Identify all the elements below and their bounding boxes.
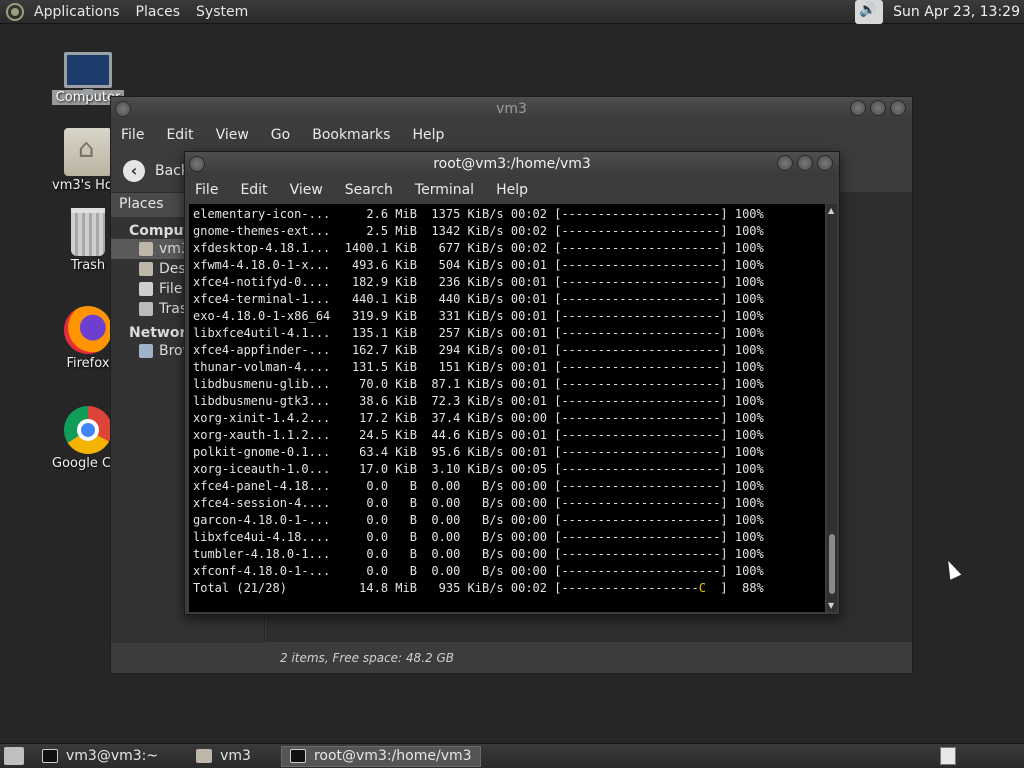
menu-view[interactable]: View: [290, 182, 323, 198]
computer-icon: [64, 52, 112, 95]
status-bar: 2 items, Free space: 48.2 GB: [266, 641, 912, 673]
terminal-line: xfwm4-4.18.0-1-x... 493.6 KiB 504 KiB/s …: [193, 258, 764, 272]
terminal-window: root@vm3:/home/vm3 File Edit View Search…: [184, 151, 840, 615]
show-desktop-icon[interactable]: [4, 747, 24, 765]
chrome-icon: [64, 406, 112, 454]
scroll-down-icon[interactable]: ▼: [828, 601, 834, 610]
scrollbar-thumb[interactable]: [829, 534, 835, 594]
menu-search[interactable]: Search: [345, 182, 393, 198]
top-panel: Applications Places System Sun Apr 23, 1…: [0, 0, 1024, 24]
maximize-button[interactable]: [797, 155, 813, 171]
file-manager-title: vm3: [496, 101, 527, 117]
home-folder-icon: [196, 749, 213, 763]
menu-terminal[interactable]: Terminal: [415, 182, 474, 198]
menu-applications[interactable]: Applications: [34, 4, 120, 20]
firefox-icon: [64, 306, 112, 354]
bottom-panel: vm3@vm3:~ vm3 root@vm3:/home/vm3: [0, 743, 1024, 768]
distro-logo-icon[interactable]: [6, 2, 24, 21]
menu-help[interactable]: Help: [412, 127, 444, 143]
terminal-line: thunar-volman-4.... 131.5 KiB 151 KiB/s …: [193, 360, 764, 374]
desktop-icon: [139, 262, 153, 276]
close-button[interactable]: [890, 100, 906, 116]
terminal-menubar: File Edit View Search Terminal Help: [185, 176, 839, 204]
clock[interactable]: Sun Apr 23, 13:29: [887, 4, 1024, 20]
terminal-line: xfce4-appfinder-... 162.7 KiB 294 KiB/s …: [193, 343, 764, 357]
terminal-line: xfconf-4.18.0-1-... 0.0 B 0.00 B/s 00:00…: [193, 564, 764, 578]
panel-tray: Sun Apr 23, 13:29: [855, 0, 1024, 24]
terminal-line: xfdesktop-4.18.1... 1400.1 KiB 677 KiB/s…: [193, 241, 764, 255]
menu-view[interactable]: View: [216, 127, 249, 143]
terminal-line: xorg-iceauth-1.0... 17.0 KiB 3.10 KiB/s …: [193, 462, 764, 476]
terminal-line: elementary-icon-... 2.6 MiB 1375 KiB/s 0…: [193, 207, 764, 221]
terminal-icon: [42, 749, 58, 763]
taskbar-item-label: vm3: [220, 748, 251, 764]
terminal-titlebar[interactable]: root@vm3:/home/vm3: [185, 152, 839, 176]
menu-system[interactable]: System: [196, 4, 248, 20]
back-arrow-icon[interactable]: ‹: [123, 159, 145, 182]
minimize-button[interactable]: [850, 100, 866, 116]
scroll-up-icon[interactable]: ▲: [828, 206, 834, 215]
maximize-button[interactable]: [870, 100, 886, 116]
menu-file[interactable]: File: [195, 182, 218, 198]
terminal-line: libxfce4util-4.1... 135.1 KiB 257 KiB/s …: [193, 326, 764, 340]
terminal-line: garcon-4.18.0-1-... 0.0 B 0.00 B/s 00:00…: [193, 513, 764, 527]
terminal-output[interactable]: elementary-icon-... 2.6 MiB 1375 KiB/s 0…: [189, 204, 825, 612]
terminal-line: exo-4.18.0-1-x86_64 319.9 KiB 331 KiB/s …: [193, 309, 764, 323]
menu-edit[interactable]: Edit: [240, 182, 267, 198]
terminal-line: Total (21/28) 14.8 MiB 935 KiB/s 00:02 […: [193, 581, 764, 595]
terminal-line: xfce4-session-4.... 0.0 B 0.00 B/s 00:00…: [193, 496, 764, 510]
file-manager-menubar: File Edit View Go Bookmarks Help: [111, 121, 912, 149]
terminal-line: xorg-xauth-1.1.2... 24.5 KiB 44.6 KiB/s …: [193, 428, 764, 442]
terminal-line: polkit-gnome-0.1... 63.4 KiB 95.6 KiB/s …: [193, 445, 764, 459]
taskbar-item-file-manager[interactable]: vm3: [188, 746, 259, 767]
window-menu-button[interactable]: [115, 101, 131, 117]
taskbar-item-label: vm3@vm3:~: [66, 748, 159, 764]
file-manager-titlebar[interactable]: vm3: [111, 97, 912, 121]
minimize-button[interactable]: [777, 155, 793, 171]
mouse-pointer-icon: [942, 558, 962, 580]
terminal-line: gnome-themes-ext... 2.5 MiB 1342 KiB/s 0…: [193, 224, 764, 238]
menu-help[interactable]: Help: [496, 182, 528, 198]
menu-file[interactable]: File: [121, 127, 144, 143]
terminal-line: xfce4-notifyd-0.... 182.9 KiB 236 KiB/s …: [193, 275, 764, 289]
network-icon: [139, 344, 153, 358]
volume-icon[interactable]: [855, 0, 884, 24]
terminal-line: tumbler-4.18.0-1... 0.0 B 0.00 B/s 00:00…: [193, 547, 764, 561]
drive-icon: [139, 282, 153, 296]
close-button[interactable]: [817, 155, 833, 171]
terminal-line: libdbusmenu-glib... 70.0 KiB 87.1 KiB/s …: [193, 377, 764, 391]
terminal-line: xorg-xinit-1.4.2... 17.2 KiB 37.4 KiB/s …: [193, 411, 764, 425]
terminal-line: xfce4-panel-4.18... 0.0 B 0.00 B/s 00:00…: [193, 479, 764, 493]
terminal-line: libxfce4ui-4.18.... 0.0 B 0.00 B/s 00:00…: [193, 530, 764, 544]
trash-icon: [71, 208, 105, 256]
home-folder-icon: [64, 128, 112, 176]
terminal-icon: [289, 749, 306, 763]
taskbar-item-terminal-vm3[interactable]: vm3@vm3:~: [34, 746, 166, 767]
terminal-scrollbar[interactable]: ▲ ▼: [827, 204, 837, 612]
workspace-switcher-icon[interactable]: [940, 747, 956, 765]
menu-go[interactable]: Go: [271, 127, 290, 143]
taskbar-item-terminal-root[interactable]: root@vm3:/home/vm3: [280, 745, 481, 767]
menu-bookmarks[interactable]: Bookmarks: [312, 127, 390, 143]
taskbar-item-label: root@vm3:/home/vm3: [313, 748, 472, 764]
terminal-title: root@vm3:/home/vm3: [433, 156, 591, 172]
trash-icon: [139, 302, 153, 316]
window-menu-button[interactable]: [189, 156, 205, 172]
home-icon: [139, 242, 153, 256]
terminal-line: libdbusmenu-gtk3... 38.6 KiB 72.3 KiB/s …: [193, 394, 764, 408]
menu-edit[interactable]: Edit: [166, 127, 193, 143]
terminal-line: xfce4-terminal-1... 440.1 KiB 440 KiB/s …: [193, 292, 764, 306]
menu-places[interactable]: Places: [136, 4, 181, 20]
